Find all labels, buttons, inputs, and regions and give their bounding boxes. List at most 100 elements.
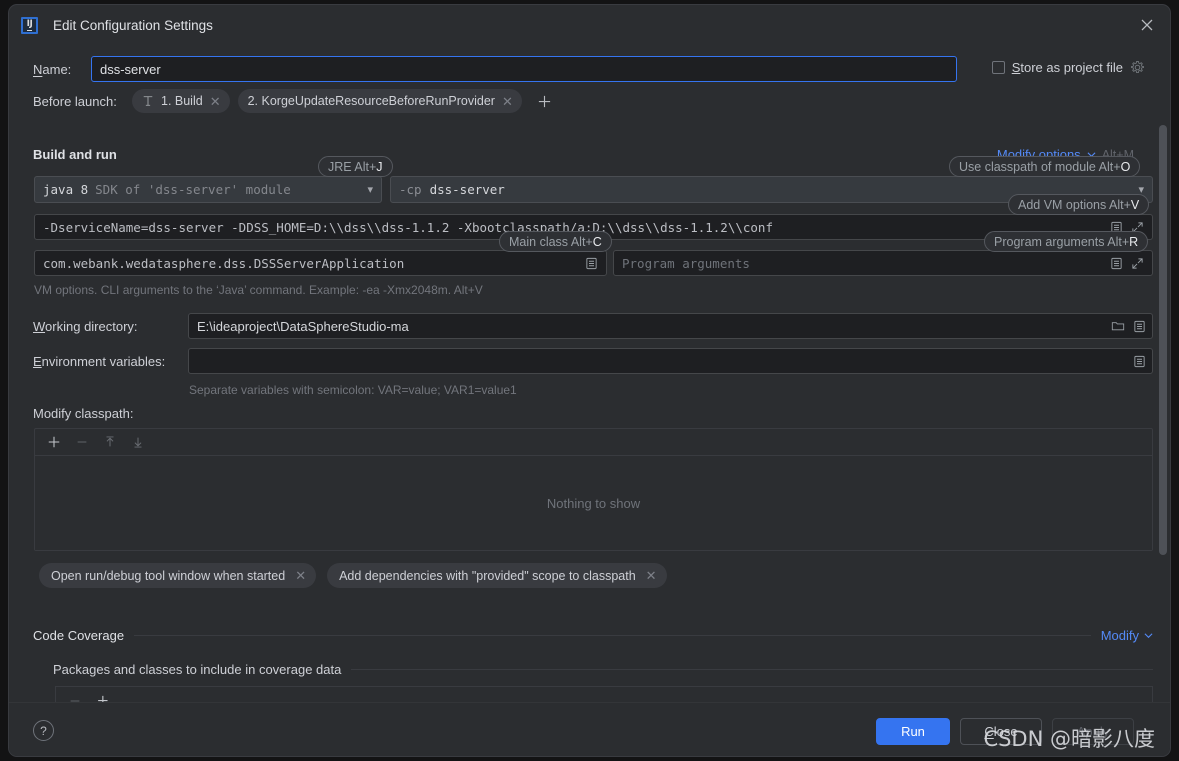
divider — [351, 669, 1153, 670]
folder-icon[interactable] — [1111, 319, 1125, 333]
hint-text: Main class Alt+ — [509, 234, 593, 249]
build-and-run-section-title: Build and run — [33, 147, 117, 162]
jre-value: java 8 — [43, 182, 89, 197]
arrow-up-icon — [106, 436, 114, 447]
main-class-shortcut-hint: Main class Alt+ C — [499, 231, 612, 252]
before-launch-task-build[interactable]: 1. Build ✕ — [132, 89, 230, 113]
hint-text: JRE Alt+ — [328, 159, 377, 174]
before-launch-task-label: 2. KorgeUpdateResourceBeforeRunProvider — [247, 94, 495, 108]
code-coverage-modify-link[interactable]: Modify — [1101, 628, 1153, 643]
code-coverage-title: Code Coverage — [33, 628, 125, 643]
program-arguments-field[interactable]: Program arguments — [613, 250, 1153, 276]
option-chip-open-run-debug-window[interactable]: Open run/debug tool window when started … — [39, 563, 317, 588]
gear-icon[interactable] — [1130, 60, 1145, 75]
hint-text: Use classpath of module Alt+ — [959, 159, 1121, 174]
apply-button: Apply — [1052, 718, 1134, 745]
before-launch-task-korge[interactable]: 2. KorgeUpdateResourceBeforeRunProvider … — [237, 89, 522, 113]
help-icon[interactable]: ? — [33, 720, 54, 741]
close-icon[interactable]: ✕ — [502, 95, 513, 108]
use-classpath-of-module-shortcut-hint: Use classpath of module Alt+ O — [949, 156, 1141, 177]
store-as-project-file-row[interactable]: Store as project file — [991, 60, 1145, 75]
main-class-actions — [585, 257, 598, 270]
program-arguments-placeholder: Program arguments — [622, 255, 750, 271]
classpath-flag: -cp — [399, 182, 422, 197]
option-chip-label: Open run/debug tool window when started — [51, 568, 286, 583]
close-button[interactable]: Close — [960, 718, 1042, 745]
minus-icon — [77, 441, 87, 443]
dialog-footer: ? Run Close Apply — [9, 702, 1170, 756]
hammer-icon — [143, 96, 153, 106]
main-class-field[interactable]: com.webank.wedatasphere.dss.DSSServerApp… — [34, 250, 607, 276]
jre-select[interactable]: java 8 SDK of 'dss-server' module ▾ — [34, 176, 382, 203]
coverage-packages-title: Packages and classes to include in cover… — [53, 662, 342, 677]
hint-key: J — [376, 159, 383, 174]
arrow-down-icon — [134, 437, 142, 448]
dialog-titlebar: IJ Edit Configuration Settings — [9, 5, 1170, 45]
vm-options-hint: VM options. CLI arguments to the ‘Java’ … — [34, 283, 483, 297]
name-label: Name: — [33, 61, 72, 77]
main-class-value: com.webank.wedatasphere.dss.DSSServerApp… — [43, 255, 405, 271]
move-up-button[interactable] — [99, 431, 121, 453]
before-launch-label: Before launch: — [33, 93, 117, 109]
environment-variables-label: Environment variables: — [33, 353, 166, 369]
add-before-launch-task-button[interactable] — [534, 90, 556, 112]
option-chip-label: Add dependencies with "provided" scope t… — [339, 568, 636, 583]
option-chip-add-provided-dependencies[interactable]: Add dependencies with "provided" scope t… — [327, 563, 667, 588]
vm-options-value: -DserviceName=dss-server -DDSS_HOME=D:\\… — [43, 219, 773, 235]
plus-icon — [539, 95, 551, 107]
hint-key: O — [1120, 159, 1131, 174]
working-directory-label: Working directory: — [33, 318, 138, 334]
empty-state-text: Nothing to show — [546, 495, 641, 511]
vertical-scrollbar-thumb[interactable] — [1159, 125, 1167, 555]
before-launch-row: Before launch: 1. Build ✕ 2. KorgeUpdate… — [33, 89, 556, 113]
store-as-project-file-label[interactable]: Store as project file — [1012, 60, 1123, 75]
close-icon[interactable]: ✕ — [210, 95, 221, 108]
expand-icon[interactable] — [1131, 257, 1144, 270]
working-directory-input[interactable]: E:\ideaproject\DataSphereStudio-ma — [188, 313, 1153, 339]
modify-classpath-label: Modify classpath: — [33, 406, 134, 421]
list-icon[interactable] — [585, 257, 598, 270]
list-icon[interactable] — [1110, 257, 1123, 270]
hint-text: Add VM options Alt+ — [1018, 197, 1131, 212]
option-chips-row: Open run/debug tool window when started … — [39, 563, 667, 588]
environment-variables-input[interactable] — [188, 348, 1153, 374]
jre-value-detail: SDK of 'dss-server' module — [95, 182, 291, 197]
chevron-down-icon — [1144, 633, 1153, 639]
modify-classpath-list[interactable]: Nothing to show — [35, 456, 1152, 550]
jre-shortcut-hint: JRE Alt+ J — [318, 156, 393, 177]
close-icon[interactable] — [1138, 16, 1156, 34]
list-icon[interactable] — [1133, 355, 1146, 368]
store-as-project-file-checkbox[interactable] — [991, 61, 1005, 74]
plus-icon — [48, 436, 60, 448]
run-button[interactable]: Run — [876, 718, 950, 745]
close-icon[interactable]: ✕ — [646, 569, 657, 582]
modify-classpath-panel: Nothing to show — [34, 428, 1153, 551]
remove-button[interactable] — [71, 431, 93, 453]
name-input[interactable] — [91, 56, 957, 82]
move-down-button[interactable] — [127, 431, 149, 453]
edit-configuration-dialog: IJ Edit Configuration Settings Name: Sto… — [8, 4, 1171, 757]
list-icon[interactable] — [1133, 320, 1146, 333]
chevron-down-icon: ▾ — [367, 184, 373, 196]
program-arguments-shortcut-hint: Program arguments Alt+ R — [984, 231, 1149, 252]
working-directory-actions — [1111, 319, 1146, 333]
classpath-module-value: dss-server — [429, 182, 505, 197]
name-row: Name: Store as project file — [33, 55, 1153, 83]
working-directory-row: Working directory: E:\ideaproject\DataSp… — [33, 313, 1153, 339]
add-vm-options-shortcut-hint: Add VM options Alt+ V — [1008, 194, 1150, 215]
environment-variables-hint: Separate variables with semicolon: VAR=v… — [189, 383, 517, 397]
screenshot-root: IJ Edit Configuration Settings Name: Sto… — [0, 0, 1179, 761]
intellij-idea-logo: IJ — [21, 16, 38, 34]
environment-variables-row: Environment variables: — [33, 348, 1153, 374]
program-arguments-actions — [1110, 257, 1144, 270]
hint-text: Program arguments Alt+ — [994, 234, 1130, 249]
modify-classpath-toolbar — [35, 429, 1152, 456]
divider — [134, 635, 1091, 636]
code-coverage-section-header: Code Coverage Modify — [33, 628, 1153, 643]
dialog-title: Edit Configuration Settings — [53, 17, 213, 33]
environment-variables-actions — [1133, 355, 1146, 368]
code-coverage-modify-label[interactable]: Modify — [1101, 628, 1139, 643]
close-icon[interactable]: ✕ — [295, 569, 306, 582]
working-directory-value: E:\ideaproject\DataSphereStudio-ma — [197, 318, 409, 334]
add-button[interactable] — [43, 431, 65, 453]
